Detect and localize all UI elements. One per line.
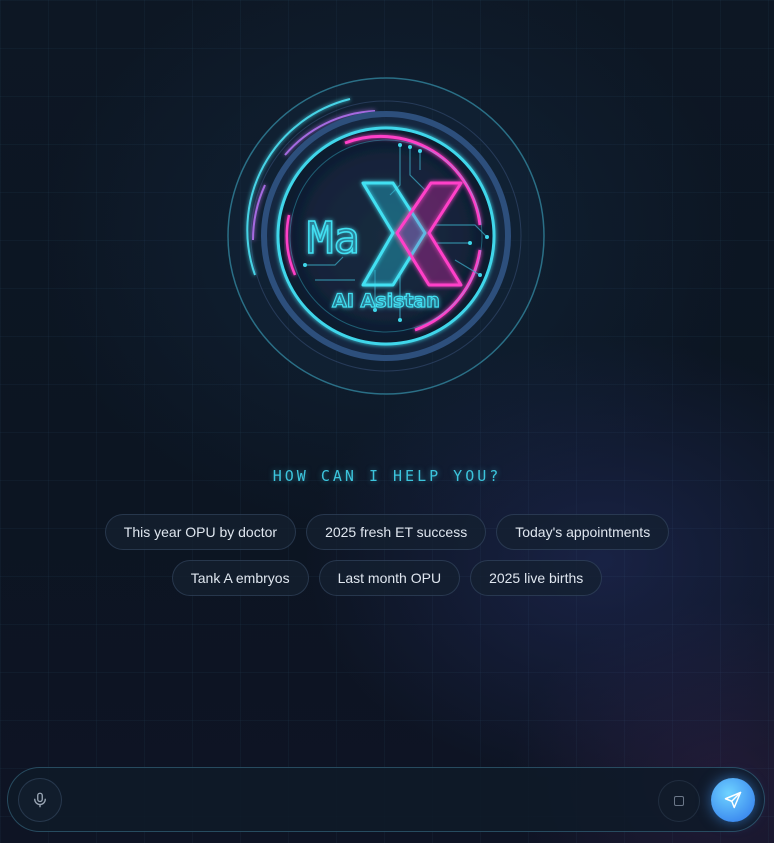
logo-graphic: Ma AI Asistan	[227, 77, 545, 395]
max-ai-logo: Ma AI Asistan	[225, 75, 547, 397]
suggestion-chip[interactable]: 2025 live births	[470, 560, 603, 596]
voice-input-button[interactable]	[18, 778, 62, 822]
chat-composer	[7, 767, 765, 832]
suggestion-row-1: This year OPU by doctor 2025 fresh ET su…	[0, 514, 774, 550]
suggestion-chip[interactable]: Today's appointments	[496, 514, 670, 550]
suggestion-chip[interactable]: Last month OPU	[318, 560, 461, 596]
microphone-icon	[34, 792, 46, 808]
chat-input[interactable]	[74, 780, 648, 822]
send-button[interactable]	[711, 778, 755, 822]
logo-subtitle: AI Asistan	[332, 290, 440, 312]
help-prompt-heading: HOW CAN I HELP YOU?	[272, 467, 502, 485]
stop-button[interactable]	[658, 780, 700, 822]
logo-wordmark: Ma	[307, 213, 360, 264]
stop-icon	[674, 796, 684, 806]
send-icon	[724, 791, 742, 809]
suggestion-chip[interactable]: 2025 fresh ET success	[306, 514, 487, 550]
suggestion-row-2: Tank A embryos Last month OPU 2025 live …	[0, 560, 774, 596]
suggestion-chip[interactable]: This year OPU by doctor	[104, 514, 297, 550]
suggestion-chip[interactable]: Tank A embryos	[171, 560, 309, 596]
